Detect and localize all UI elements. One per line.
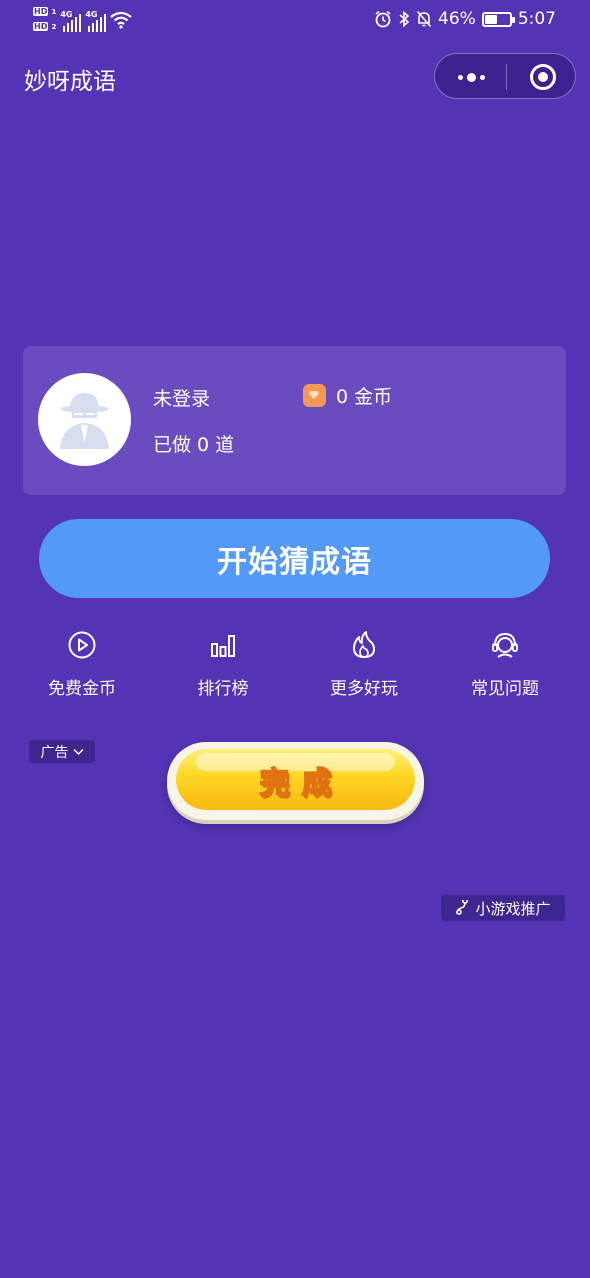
status-right: 46% 5:07	[374, 9, 556, 29]
username-label[interactable]: 未登录	[153, 384, 210, 411]
battery-percent: 46%	[438, 9, 476, 29]
bar-chart-icon	[211, 635, 235, 657]
battery-icon	[481, 11, 515, 27]
customer-service-icon	[492, 632, 518, 658]
spy-avatar-icon	[60, 393, 109, 449]
ad-label: 广告	[40, 744, 69, 761]
capsule-divider	[506, 64, 507, 90]
feature-label: 常见问题	[471, 679, 539, 699]
wifi-icon	[110, 11, 133, 29]
feature-leaderboard[interactable]: 排行榜	[163, 630, 283, 699]
status-left: HD 1 HD 2 4G 4G	[33, 6, 133, 33]
start-game-button[interactable]: 开始猜成语	[39, 519, 550, 598]
hd-badge-1: HD 1	[33, 7, 57, 16]
profile-card: 未登录 0 金币 已做 0 道	[23, 346, 566, 495]
gem-icon	[303, 384, 326, 407]
page-title: 妙呀成语	[24, 69, 116, 95]
flame-icon	[353, 631, 375, 658]
coin-count: 0 金币	[336, 386, 393, 408]
ad-label-dropdown[interactable]: 广告	[29, 740, 95, 763]
play-circle-icon	[68, 631, 96, 659]
dot-icon	[479, 74, 485, 80]
signal-icon: 4G	[85, 8, 107, 32]
promo-label: 小游戏推广	[475, 899, 551, 918]
feature-label: 免费金币	[48, 679, 116, 699]
link-icon	[456, 900, 469, 915]
feature-label: 更多好玩	[330, 679, 398, 699]
hd-indicators: HD 1 HD 2	[33, 6, 56, 33]
hd-badge-2: HD 2	[33, 22, 57, 31]
complete-label: 完成	[259, 765, 344, 802]
alarm-icon	[375, 10, 391, 28]
mini-game-promo-button[interactable]: 小游戏推广	[441, 895, 565, 921]
more-menu-button[interactable]	[453, 66, 489, 88]
feature-label: 排行榜	[197, 679, 249, 699]
clock: 5:07	[517, 9, 556, 29]
dot-icon	[457, 74, 463, 80]
coin-balance: 0 金币	[303, 382, 392, 409]
network-type-2: 4G	[85, 9, 98, 19]
complete-button[interactable]: 完成	[167, 742, 424, 820]
network-type-1: 4G	[60, 9, 73, 19]
complete-button-face: 完成	[176, 749, 415, 810]
solved-count: 已做 0 道	[153, 434, 235, 456]
feature-more-games[interactable]: 更多好玩	[304, 630, 424, 699]
avatar[interactable]	[38, 373, 131, 466]
feature-faq[interactable]: 常见问题	[445, 630, 565, 699]
status-bar: HD 1 HD 2 4G 4G 46% 5:07	[0, 0, 590, 42]
dot-icon	[466, 72, 476, 82]
signal-icon: 4G	[60, 8, 82, 32]
close-miniprogram-button[interactable]	[530, 64, 556, 90]
chevron-down-icon	[72, 748, 84, 755]
bluetooth-icon	[399, 10, 410, 28]
mute-icon	[416, 10, 432, 28]
feature-free-coins[interactable]: 免费金币	[22, 630, 142, 699]
miniprogram-capsule	[434, 53, 576, 99]
